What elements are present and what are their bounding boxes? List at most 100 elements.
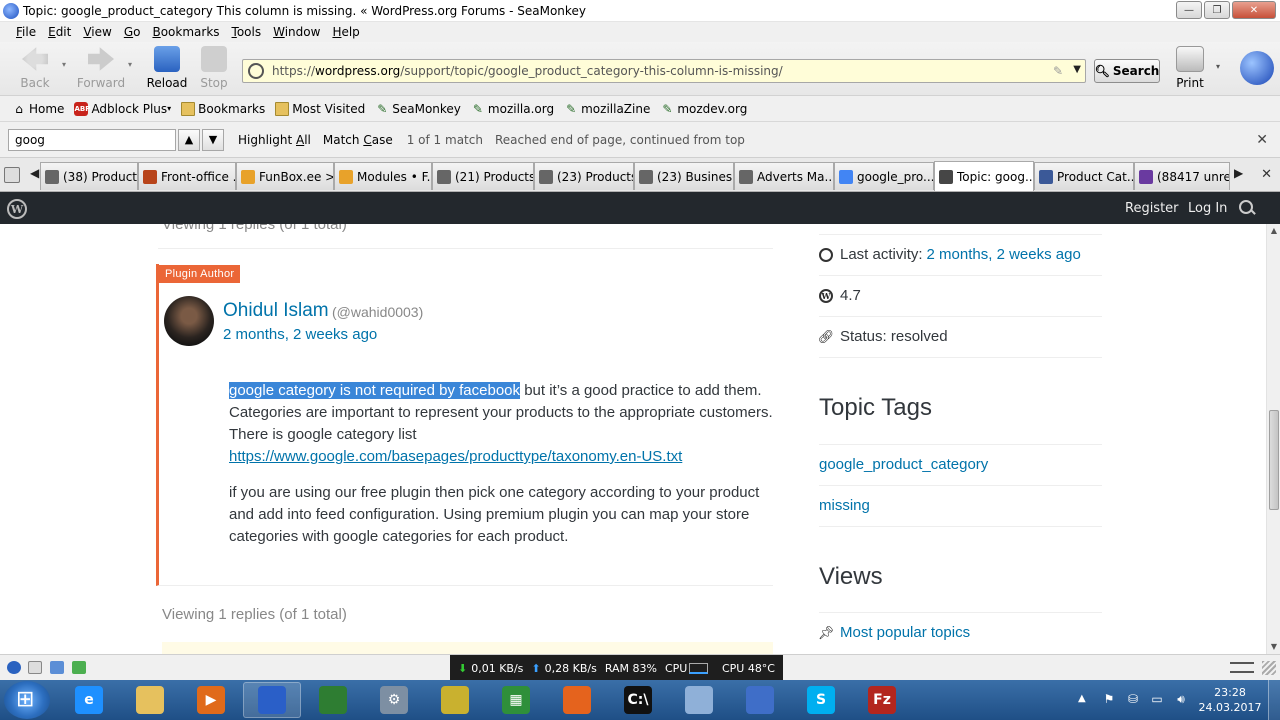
taskbar-app-button[interactable]: S <box>792 682 850 718</box>
close-window-button[interactable]: ✕ <box>1232 1 1276 19</box>
menu-item[interactable]: File <box>10 25 42 39</box>
composer-icon[interactable] <box>50 661 64 674</box>
tab-list-icon[interactable] <box>4 167 20 183</box>
bookmark-item[interactable]: ⌂ Home <box>12 102 64 116</box>
find-input[interactable] <box>8 128 176 151</box>
browser-tab[interactable]: Adverts Ma... <box>734 162 834 190</box>
menu-item[interactable]: Edit <box>42 25 77 39</box>
back-button[interactable]: Back ▾ <box>10 46 66 92</box>
browser-tab[interactable]: google_pro... <box>834 162 934 190</box>
browser-tab[interactable]: (88417 unre... <box>1134 162 1230 190</box>
reply-date-link[interactable]: 2 months, 2 weeks ago <box>223 326 377 343</box>
scrollbar-thumb[interactable] <box>1269 410 1279 510</box>
back-history-dropdown[interactable]: ▾ <box>62 60 66 69</box>
show-desktop-button[interactable] <box>1268 680 1280 720</box>
stop-button[interactable]: Stop <box>189 46 239 92</box>
bookmark-item[interactable]: Bookmarks <box>181 101 265 116</box>
start-button[interactable] <box>4 681 50 719</box>
url-bar[interactable]: https://wordpress.org/support/topic/goog… <box>242 59 1086 83</box>
page-scrollbar[interactable]: ▲ ▼ <box>1266 224 1280 654</box>
close-find-bar-icon[interactable]: ✕ <box>1256 132 1268 148</box>
register-link[interactable]: Register <box>1125 201 1179 216</box>
restore-button[interactable]: ❐ <box>1204 1 1230 19</box>
highlight-all-button[interactable]: Highlight All <box>238 133 311 147</box>
taskbar-clock[interactable]: 23:28 24.03.2017 <box>1198 685 1262 715</box>
mail-icon[interactable] <box>28 661 42 674</box>
network-warning-icon[interactable]: ⚑ <box>1102 692 1116 706</box>
author-name-link[interactable]: Ohidul Islam <box>223 300 329 322</box>
search-icon[interactable] <box>1238 199 1256 217</box>
taskbar-app-button[interactable] <box>731 682 789 718</box>
bookmark-item[interactable]: Most Visited <box>275 101 365 116</box>
online-status-icon[interactable] <box>7 661 21 674</box>
volume-icon[interactable]: 🔊︎ <box>1174 692 1188 706</box>
browser-tab[interactable]: (23) Busines... <box>634 162 734 190</box>
taskbar-app-button[interactable] <box>304 682 362 718</box>
find-next-button[interactable]: ▼ <box>202 128 224 151</box>
search-button[interactable]: 🔍︎ Search <box>1094 59 1160 83</box>
bookmark-item[interactable]: ✎ mozillaZine <box>564 102 650 116</box>
seamonkey-throbber-icon[interactable] <box>1240 51 1274 85</box>
view-item[interactable]: 📌︎ Most popular topics <box>818 624 970 641</box>
forward-history-dropdown[interactable]: ▾ <box>128 60 132 69</box>
close-tab-icon[interactable]: ✕ <box>1261 167 1272 182</box>
resize-grip-icon[interactable] <box>1262 661 1276 675</box>
menu-item[interactable]: View <box>77 25 117 39</box>
menu-item[interactable]: Go <box>118 25 147 39</box>
usb-icon[interactable]: ⛁ <box>1126 692 1140 706</box>
bookmark-item[interactable]: ✎ SeaMonkey <box>375 102 461 116</box>
addressbook-icon[interactable] <box>72 661 86 674</box>
show-hidden-icons-icon[interactable]: ▲ <box>1078 693 1086 704</box>
wordpress-logo-icon[interactable]: W <box>7 199 27 219</box>
reload-button[interactable]: Reload <box>142 46 192 92</box>
taxonomy-link[interactable]: https://www.google.com/basepages/product… <box>229 448 682 465</box>
tab-scroll-left-icon[interactable]: ◀ <box>30 166 39 180</box>
browser-tab[interactable]: Product Cat... <box>1034 162 1134 190</box>
print-button[interactable]: Print <box>1170 46 1210 92</box>
scroll-down-icon[interactable]: ▼ <box>1267 640 1280 654</box>
browser-tab[interactable]: Topic: goog... <box>934 161 1034 191</box>
zoom-control[interactable] <box>1230 662 1254 673</box>
taskbar-app-button[interactable] <box>426 682 484 718</box>
tag-link[interactable]: google_product_category <box>819 456 988 473</box>
taskbar-app-button[interactable] <box>121 682 179 718</box>
print-dropdown[interactable]: ▾ <box>1216 62 1220 71</box>
browser-tab[interactable]: (38) Products <box>40 162 138 190</box>
browser-tab[interactable]: (21) Products <box>432 162 534 190</box>
menu-item[interactable]: Help <box>326 25 365 39</box>
url-history-dropdown[interactable]: ▼ <box>1073 64 1081 75</box>
taskbar-app-button[interactable]: C:\ <box>609 682 667 718</box>
minimize-button[interactable]: — <box>1176 1 1202 19</box>
taskbar-app-button[interactable]: e <box>60 682 118 718</box>
taskbar-app-button[interactable] <box>670 682 728 718</box>
bookmark-item[interactable]: ✎ mozdev.org <box>660 102 747 116</box>
taskbar-app-button[interactable]: ▦ <box>487 682 545 718</box>
find-previous-button[interactable]: ▲ <box>178 128 200 151</box>
browser-tab[interactable]: FunBox.ee > ... <box>236 162 334 190</box>
menu-item[interactable]: Bookmarks <box>146 25 225 39</box>
bookmark-item[interactable]: ABP Adblock Plus ▾ <box>74 101 171 116</box>
site-identity-icon[interactable] <box>248 63 264 79</box>
avatar[interactable] <box>164 296 214 346</box>
display-icon[interactable]: ▭ <box>1150 692 1164 706</box>
forward-button[interactable]: Forward ▾ <box>76 46 132 92</box>
taskbar-app-button[interactable]: Fz <box>853 682 911 718</box>
match-case-button[interactable]: Match Case <box>323 133 393 147</box>
taskbar-app-button[interactable] <box>243 682 301 718</box>
scroll-up-icon[interactable]: ▲ <box>1267 224 1280 238</box>
browser-tab[interactable]: (23) Products <box>534 162 634 190</box>
tag-link[interactable]: missing <box>819 497 870 514</box>
menu-item[interactable]: Tools <box>226 25 268 39</box>
bookmark-item[interactable]: ✎ mozilla.org <box>471 102 554 116</box>
login-link[interactable]: Log In <box>1188 201 1227 216</box>
browser-tab[interactable]: Front-office ... <box>138 162 236 190</box>
last-activity-link[interactable]: 2 months, 2 weeks ago <box>927 246 1081 263</box>
most-popular-topics-link[interactable]: Most popular topics <box>840 624 970 641</box>
tab-scroll-right-icon[interactable]: ▶ <box>1234 166 1243 180</box>
taskbar-app-button[interactable]: ▶ <box>182 682 240 718</box>
browser-tab[interactable]: Modules • F... <box>334 162 432 190</box>
taskbar-app-button[interactable] <box>548 682 606 718</box>
taskbar-app-button[interactable]: ⚙ <box>365 682 423 718</box>
bookmark-page-icon[interactable]: ✎ <box>1053 64 1063 78</box>
url-text[interactable]: https://wordpress.org/support/topic/goog… <box>272 64 783 78</box>
